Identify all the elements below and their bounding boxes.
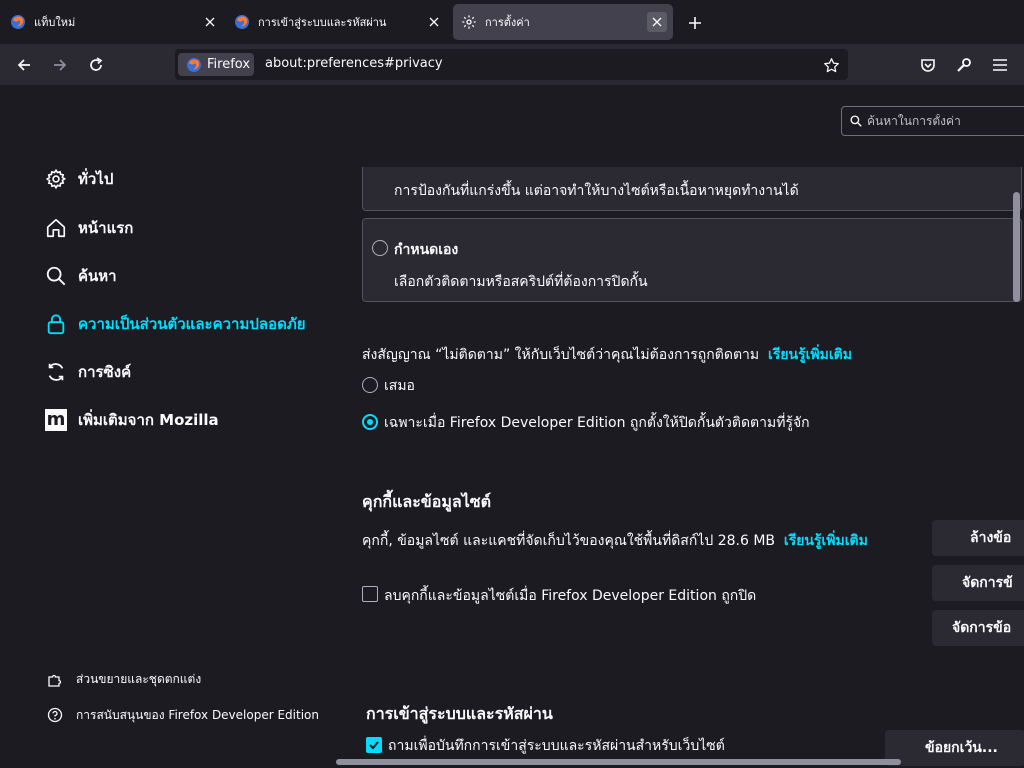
tab-new-tab[interactable]: แท็บใหม่	[8, 4, 220, 40]
tab-label: การเข้าสู่ระบบและรหัสผ่าน	[258, 16, 387, 29]
delete-on-close-label: ลบคุกกี้และข้อมูลไซต์เมื่อ Firefox Devel…	[384, 588, 757, 604]
pocket-button[interactable]	[914, 52, 942, 78]
category-label: หน้าแรก	[78, 219, 134, 237]
ask-to-save-checkbox[interactable]	[366, 737, 382, 753]
search-icon	[850, 115, 862, 127]
wrench-icon	[956, 57, 972, 73]
reload-button[interactable]	[82, 52, 110, 78]
ask-to-save-label: ถามเพื่อบันทึกการเข้าสู่ระบบและรหัสผ่านส…	[388, 738, 725, 754]
category-privacy[interactable]: ความเป็นส่วนตัวและความปลอดภัย	[44, 311, 306, 337]
nav-bar: Firefox about:preferences#privacy	[0, 44, 1024, 85]
custom-radio[interactable]	[372, 240, 388, 256]
dnt-text: ส่งสัญญาณ “ไม่ติดตาม” ให้กับเว็บไซต์ว่าค…	[362, 347, 852, 363]
dnt-always-label: เสมอ	[384, 378, 415, 394]
category-label: ความเป็นส่วนตัวและความปลอดภัย	[78, 315, 306, 333]
firefox-icon	[186, 57, 202, 73]
clear-data-button[interactable]: ล้างข้อ	[932, 520, 1024, 556]
cookies-heading: คุกกี้และข้อมูลไซต์	[362, 492, 491, 511]
identity-label: Firefox	[207, 57, 251, 72]
developer-tools-button[interactable]	[950, 52, 978, 78]
hamburger-icon	[993, 59, 1007, 71]
logins-exceptions-button[interactable]: ข้อยกเว้น...	[885, 730, 1024, 766]
lock-icon	[44, 312, 68, 336]
manage-data-button[interactable]: จัดการข้	[932, 565, 1024, 601]
logins-heading: การเข้าสู่ระบบและรหัสผ่าน	[366, 704, 553, 723]
support-link[interactable]: การสนับสนุนของ Firefox Developer Edition	[46, 705, 319, 725]
search-input[interactable]	[867, 114, 1017, 128]
new-tab-button[interactable]	[684, 12, 706, 34]
category-label: ทั่วไป	[78, 170, 114, 188]
category-label: การซิงค์	[78, 363, 132, 381]
category-search[interactable]: ค้นหา	[44, 263, 117, 289]
delete-on-close-checkbox[interactable]	[362, 586, 378, 602]
category-general[interactable]: ทั่วไป	[44, 166, 113, 192]
firefox-icon	[234, 14, 250, 30]
custom-label: กำหนดเอง	[394, 242, 459, 258]
tab-settings[interactable]: การตั้งค่า	[453, 4, 673, 40]
close-tab-icon[interactable]	[647, 12, 667, 32]
close-tab-icon[interactable]	[200, 12, 220, 32]
identity-box[interactable]: Firefox	[178, 53, 254, 76]
forward-button[interactable]	[46, 52, 74, 78]
help-icon	[46, 706, 64, 724]
dnt-default-label: เฉพาะเมื่อ Firefox Developer Edition ถูก…	[384, 415, 810, 431]
manage-exceptions-button[interactable]: จัดการข้อ	[932, 610, 1024, 646]
pocket-icon	[920, 57, 936, 73]
firefox-icon	[10, 14, 26, 30]
cookies-usage-text: คุกกี้, ข้อมูลไซต์ และแคชที่จัดเก็บไว้ขอ…	[362, 533, 868, 549]
tab-label: แท็บใหม่	[34, 16, 76, 29]
custom-description: เลือกตัวติดตามหรือสคริปต์ที่ต้องการปิดกั…	[394, 274, 648, 290]
category-home[interactable]: หน้าแรก	[44, 215, 133, 241]
home-icon	[44, 216, 68, 240]
tab-bar: แท็บใหม่ การเข้าสู่ระบบและรหัสผ่าน การตั…	[0, 0, 1024, 44]
strict-description: การป้องกันที่แกร่งขึ้น แต่อาจทำให้บางไซต…	[394, 183, 799, 199]
settings-search[interactable]	[841, 106, 1024, 136]
close-tab-icon[interactable]	[424, 12, 444, 32]
footer-label: การสนับสนุนของ Firefox Developer Edition	[76, 707, 319, 722]
search-icon	[44, 264, 68, 288]
vertical-scrollbar[interactable]	[1013, 192, 1020, 302]
bookmark-star-icon[interactable]	[819, 53, 843, 77]
category-sync[interactable]: การซิงค์	[44, 359, 131, 385]
menu-button[interactable]	[986, 52, 1014, 78]
checkmark-icon	[369, 741, 379, 750]
gear-icon	[44, 167, 68, 191]
footer-label: ส่วนขยายและชุดตกแต่ง	[76, 671, 202, 686]
custom-option-box[interactable]: กำหนดเอง เลือกตัวติดตามหรือสคริปต์ที่ต้อ…	[362, 218, 1022, 302]
cookies-learn-more-link[interactable]: เรียนรู้เพิ่มเติม	[784, 533, 868, 549]
category-label: ค้นหา	[78, 267, 117, 285]
tab-logins[interactable]: การเข้าสู่ระบบและรหัสผ่าน	[232, 4, 444, 40]
mozilla-icon: m	[45, 409, 67, 431]
sync-icon	[44, 360, 68, 384]
back-button[interactable]	[10, 52, 38, 78]
gear-icon	[461, 14, 477, 30]
puzzle-icon	[46, 670, 64, 688]
url-text[interactable]: about:preferences#privacy	[265, 56, 443, 71]
preferences-page: ทั่วไป หน้าแรก ค้นหา ความเป็นส่วนตัวและค…	[0, 85, 1024, 768]
url-bar[interactable]: Firefox about:preferences#privacy	[175, 49, 848, 80]
category-label: เพิ่มเติมจาก Mozilla	[78, 411, 219, 429]
strict-option-box[interactable]: การป้องกันที่แกร่งขึ้น แต่อาจทำให้บางไซต…	[362, 167, 1022, 211]
dnt-always-radio[interactable]	[362, 377, 378, 393]
tab-label: การตั้งค่า	[485, 16, 530, 29]
extensions-themes-link[interactable]: ส่วนขยายและชุดตกแต่ง	[46, 669, 201, 689]
category-more-from-mozilla[interactable]: m เพิ่มเติมจาก Mozilla	[44, 407, 219, 433]
dnt-learn-more-link[interactable]: เรียนรู้เพิ่มเติม	[768, 347, 852, 363]
dnt-default-radio[interactable]	[362, 414, 378, 430]
horizontal-scrollbar[interactable]	[336, 759, 901, 765]
